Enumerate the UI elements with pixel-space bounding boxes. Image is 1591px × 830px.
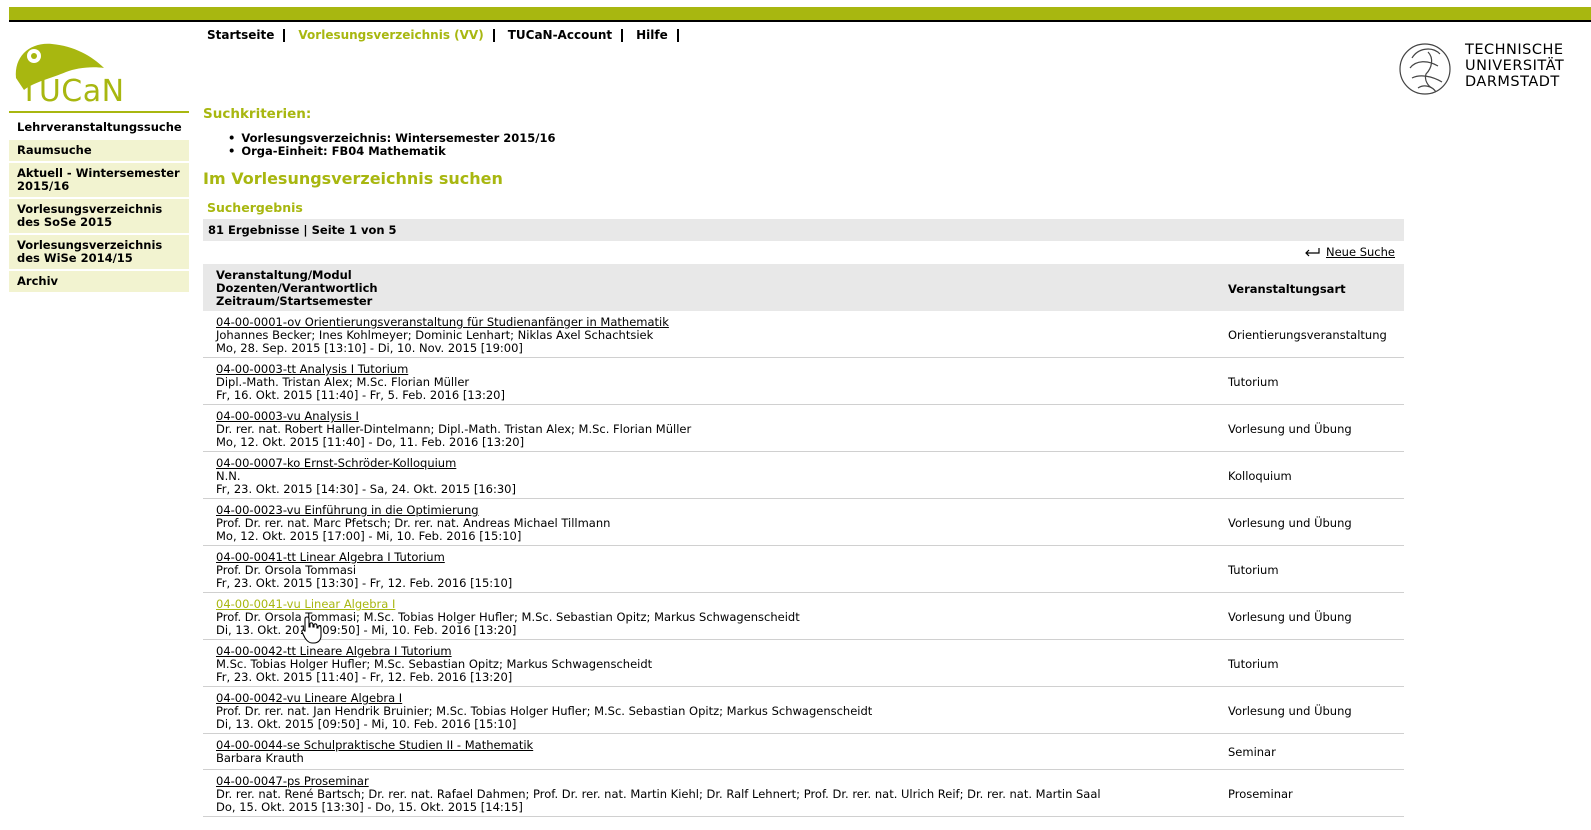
table-row: 04-00-0023-vu Einführung in die Optimier…: [203, 499, 1404, 546]
criteria-list: Vorlesungsverzeichnis: Wintersemester 20…: [228, 132, 555, 158]
course-link[interactable]: 04-00-0042-vu Lineare Algebra I: [216, 691, 402, 705]
course-type: Tutorium: [1228, 563, 1279, 577]
course-type: Vorlesung und Übung: [1228, 422, 1352, 436]
table-row: 04-00-0042-tt Lineare Algebra I Tutorium…: [203, 640, 1404, 687]
sidebar-item-vv-sose-2015[interactable]: Vorlesungsverzeichnis des SoSe 2015: [9, 199, 189, 233]
course-type: Seminar: [1228, 745, 1276, 759]
hand-cursor-icon: [301, 616, 322, 644]
nav-separator: [676, 28, 679, 42]
course-lecturers: Barbara Krauth: [216, 751, 304, 765]
course-type: Orientierungsveranstaltung: [1228, 328, 1387, 342]
course-link[interactable]: 04-00-0023-vu Einführung in die Optimier…: [216, 503, 479, 517]
logo-divider: [9, 111, 189, 113]
nav-hilfe[interactable]: Hilfe: [636, 28, 668, 42]
sidebar-item-aktuell[interactable]: Aktuell - Wintersemester 2015/16: [9, 163, 189, 197]
course-type: Kolloquium: [1228, 469, 1292, 483]
course-link[interactable]: 04-00-0042-tt Lineare Algebra I Tutorium: [216, 644, 452, 658]
course-cell: 04-00-0001-ov Orientierungsveranstaltung…: [216, 316, 669, 355]
university-name-line3: DARMSTADT: [1465, 74, 1560, 90]
sidebar: Lehrveranstaltungssuche Raumsuche Aktuel…: [9, 117, 189, 294]
table-row: 04-00-0047-ps Proseminar Dr. rer. nat. Re…: [203, 770, 1404, 817]
course-type: Tutorium: [1228, 375, 1279, 389]
course-cell: 04-00-0041-tt Linear Algebra I Tutorium P…: [216, 551, 512, 590]
course-cell: 04-00-0044-se Schulpraktische Studien II…: [216, 739, 533, 765]
university-name-line1: TECHNISCHE: [1465, 42, 1564, 58]
top-accent-bar: [9, 7, 1591, 22]
search-heading: Im Vorlesungsverzeichnis suchen: [203, 169, 503, 188]
sidebar-item-raumsuche[interactable]: Raumsuche: [9, 140, 189, 161]
course-cell: 04-00-0047-ps Proseminar Dr. rer. nat. Re…: [216, 775, 1101, 814]
table-header: Veranstaltung/Modul Dozenten/Verantwortl…: [203, 264, 1404, 311]
header-period-label: Zeitraum/Startsemester: [216, 294, 373, 308]
table-row: 04-00-0041-tt Linear Algebra I Tutorium P…: [203, 546, 1404, 593]
course-type: Proseminar: [1228, 787, 1293, 801]
sidebar-item-lehrveranstaltungssuche[interactable]: Lehrveranstaltungssuche: [9, 117, 189, 138]
course-cell: 04-00-0003-tt Analysis I Tutorium Dipl.-M…: [216, 363, 505, 402]
tucan-logo-text: TUCaN: [20, 74, 125, 109]
table-row: 04-00-0003-tt Analysis I Tutorium Dipl.-M…: [203, 358, 1404, 405]
table-row: 04-00-0044-se Schulpraktische Studien II…: [203, 734, 1404, 770]
course-type: Tutorium: [1228, 657, 1279, 671]
table-body: 04-00-0001-ov Orientierungsveranstaltung…: [203, 311, 1404, 817]
course-link[interactable]: 04-00-0007-ko Ernst-Schröder-Kolloquium: [216, 456, 456, 470]
course-period: Fr, 16. Okt. 2015 [11:40] - Fr, 5. Feb. …: [216, 388, 505, 402]
sidebar-item-vv-wise-2014[interactable]: Vorlesungsverzeichnis des WiSe 2014/15: [9, 235, 189, 269]
course-cell: 04-00-0007-ko Ernst-Schröder-Kolloquium N…: [216, 457, 516, 496]
table-row: 04-00-0003-vu Analysis I Dr. rer. nat. Ro…: [203, 405, 1404, 452]
course-type: Vorlesung und Übung: [1228, 610, 1352, 624]
course-link[interactable]: 04-00-0047-ps Proseminar: [216, 774, 369, 788]
course-period: Mo, 12. Okt. 2015 [17:00] - Mi, 10. Feb.…: [216, 529, 522, 543]
course-period: Fr, 23. Okt. 2015 [11:40] - Fr, 12. Feb.…: [216, 670, 513, 684]
course-period: Mo, 28. Sep. 2015 [13:10] - Di, 10. Nov.…: [216, 341, 523, 355]
nav-startseite[interactable]: Startseite: [207, 28, 274, 42]
header-col-course: Veranstaltung/Modul Dozenten/Verantwortl…: [216, 269, 378, 308]
course-link[interactable]: 04-00-0003-vu Analysis I: [216, 409, 359, 423]
header-col-type: Veranstaltungsart: [1228, 282, 1346, 296]
course-link[interactable]: 04-00-0044-se Schulpraktische Studien II…: [216, 738, 533, 752]
new-search: Neue Suche: [1304, 245, 1395, 259]
course-period: Di, 13. Okt. 2015 [09:50] - Mi, 10. Feb.…: [216, 717, 517, 731]
nav-separator: [283, 28, 286, 42]
course-period: Do, 15. Okt. 2015 [13:30] - Do, 15. Okt.…: [216, 800, 523, 814]
results-table: Veranstaltung/Modul Dozenten/Verantwortl…: [203, 264, 1404, 817]
course-period: Fr, 23. Okt. 2015 [13:30] - Fr, 12. Feb.…: [216, 576, 513, 590]
criteria-item: Orga-Einheit: FB04 Mathematik: [228, 145, 555, 158]
course-type: Vorlesung und Übung: [1228, 516, 1352, 530]
university-name-line2: UNIVERSITÄT: [1465, 58, 1565, 74]
sidebar-item-archiv[interactable]: Archiv: [9, 271, 189, 292]
course-link[interactable]: 04-00-0041-vu Linear Algebra I: [216, 597, 395, 611]
course-period: Mo, 12. Okt. 2015 [11:40] - Do, 11. Feb.…: [216, 435, 525, 449]
course-cell: 04-00-0023-vu Einführung in die Optimier…: [216, 504, 610, 543]
nav-tucan-account[interactable]: TUCaN-Account: [508, 28, 612, 42]
result-count: 81 Ergebnisse | Seite 1 von 5: [203, 219, 1404, 241]
return-arrow-icon: [1305, 248, 1320, 257]
criteria-heading: Suchkriterien:: [203, 106, 312, 122]
table-row: 04-00-0007-ko Ernst-Schröder-Kolloquium N…: [203, 452, 1404, 499]
course-cell: 04-00-0042-tt Lineare Algebra I Tutorium…: [216, 645, 652, 684]
result-heading: Suchergebnis: [207, 200, 303, 215]
nav-separator: [621, 28, 624, 42]
table-row: 04-00-0042-vu Lineare Algebra I Prof. Dr.…: [203, 687, 1404, 734]
course-period: Fr, 23. Okt. 2015 [14:30] - Sa, 24. Okt.…: [216, 482, 516, 496]
course-link[interactable]: 04-00-0041-tt Linear Algebra I Tutorium: [216, 550, 445, 564]
course-link[interactable]: 04-00-0003-tt Analysis I Tutorium: [216, 362, 408, 376]
university-name: TECHNISCHE UNIVERSITÄT DARMSTADT: [1465, 42, 1564, 90]
nav-separator: [492, 28, 495, 42]
course-cell: 04-00-0003-vu Analysis I Dr. rer. nat. Ro…: [216, 410, 691, 449]
new-search-link[interactable]: Neue Suche: [1326, 245, 1395, 259]
nav-vorlesungsverzeichnis[interactable]: Vorlesungsverzeichnis (VV): [298, 28, 483, 42]
table-row: 04-00-0041-vu Linear Algebra I Prof. Dr. …: [203, 593, 1404, 640]
course-type: Vorlesung und Übung: [1228, 704, 1352, 718]
table-row: 04-00-0001-ov Orientierungsveranstaltung…: [203, 311, 1404, 358]
course-link[interactable]: 04-00-0001-ov Orientierungsveranstaltung…: [216, 315, 669, 329]
top-navigation: Startseite Vorlesungsverzeichnis (VV) TU…: [207, 28, 692, 42]
course-cell: 04-00-0042-vu Lineare Algebra I Prof. Dr.…: [216, 692, 872, 731]
